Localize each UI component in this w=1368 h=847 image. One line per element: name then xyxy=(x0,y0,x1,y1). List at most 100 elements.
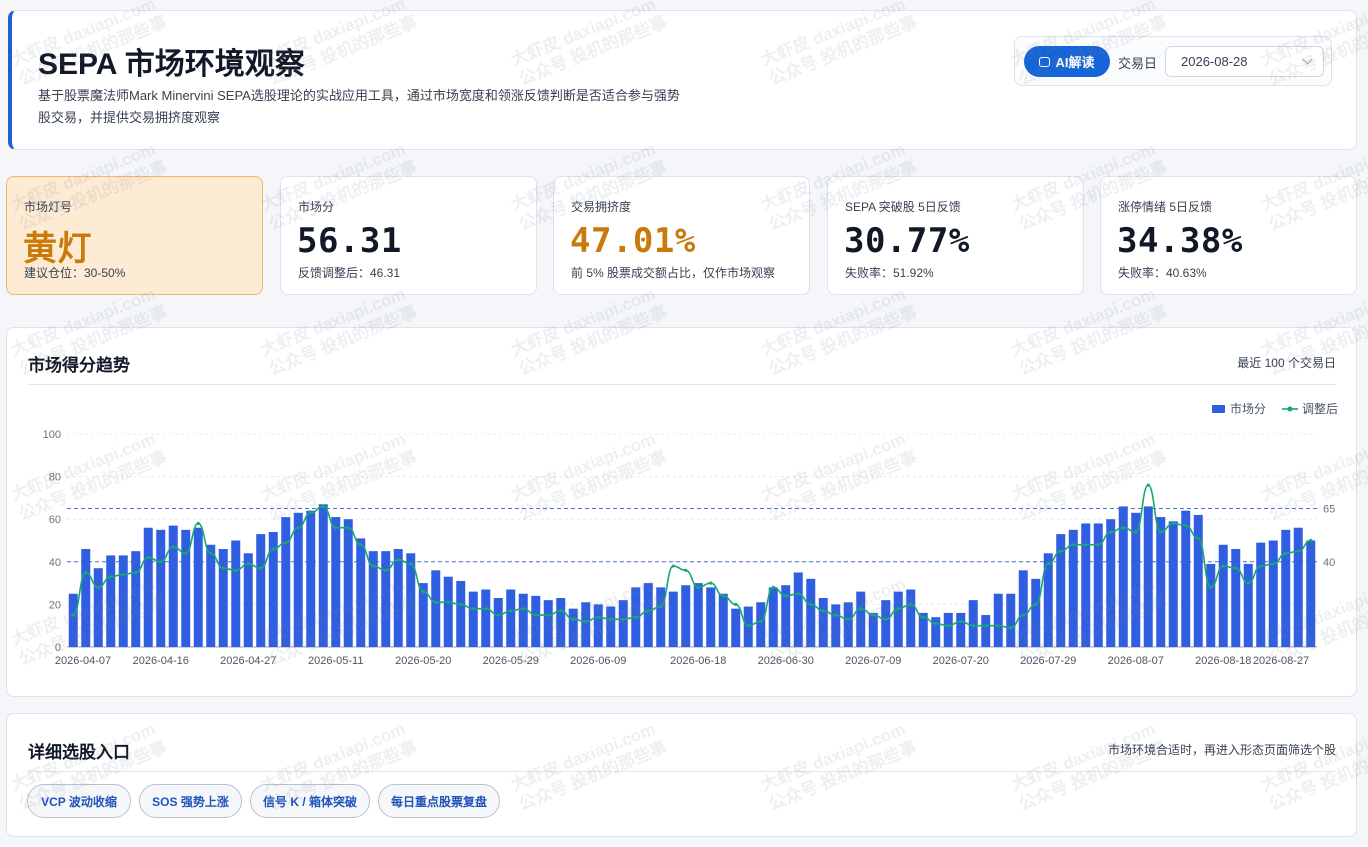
x-tick-label: 2026-08-07 xyxy=(1108,655,1164,667)
adjusted-score-point xyxy=(1259,564,1263,568)
y-tick-label: 100 xyxy=(43,429,61,441)
bar xyxy=(131,551,141,647)
adjusted-score-point xyxy=(759,619,763,624)
adjusted-score-point xyxy=(1196,536,1200,540)
adjusted-score-point xyxy=(621,617,625,621)
bar xyxy=(443,576,453,647)
bar xyxy=(906,589,916,647)
bar xyxy=(731,608,741,647)
bar xyxy=(1256,542,1266,647)
adjusted-score-point xyxy=(734,602,738,606)
adjusted-score-point xyxy=(471,607,475,611)
adjusted-score-point xyxy=(834,613,838,617)
adjusted-score-point xyxy=(809,602,813,606)
adjusted-score-point xyxy=(909,602,913,606)
bar xyxy=(618,600,628,647)
adjusted-score-point xyxy=(521,607,525,611)
stat-subtext: 建议仓位：30-50% xyxy=(24,266,126,280)
bar xyxy=(831,604,841,647)
trade-date-label: 交易日 xyxy=(1118,56,1158,71)
bar xyxy=(1106,519,1116,647)
bar xyxy=(1293,527,1303,647)
stat-value: 47.01% xyxy=(570,221,696,261)
adjusted-score-point xyxy=(184,551,188,555)
adjusted-score-point xyxy=(784,594,788,598)
trade-date-select[interactable]: 2026-08-28 xyxy=(1165,46,1324,77)
adjusted-score-point xyxy=(609,617,613,621)
stat-value: 56.31 xyxy=(297,221,402,261)
bar xyxy=(1018,570,1028,647)
adjusted-score-point xyxy=(71,613,75,617)
adjusted-score-point xyxy=(246,562,250,566)
x-tick-label: 2026-07-29 xyxy=(1020,655,1076,667)
adjusted-score-point xyxy=(159,560,163,564)
adjusted-score-point xyxy=(259,566,263,570)
bar xyxy=(531,595,541,647)
signal-k-breakout-button[interactable]: 信号 K / 箱体突破 xyxy=(250,784,370,818)
stat-card-limit-up-feedback: 涨停情绪 5日反馈 34.38% 失败率：40.63% xyxy=(1100,176,1357,295)
bar xyxy=(356,538,366,647)
bar xyxy=(956,612,966,647)
chart-note: 最近 100 个交易日 xyxy=(1237,356,1336,370)
bar xyxy=(431,570,441,647)
adjusted-score-point xyxy=(1284,551,1288,555)
legend-swatch-bar xyxy=(1212,405,1225,413)
adjusted-score-point xyxy=(959,619,963,624)
bar xyxy=(206,544,216,647)
ai-interpret-button[interactable]: AI解读 xyxy=(1024,46,1110,77)
header-card: SEPA 市场环境观察 基于股票魔法师Mark Minervini SEPA选股… xyxy=(8,10,1357,150)
bar xyxy=(1243,563,1253,647)
reference-line-label: 65 xyxy=(1323,504,1335,516)
adjusted-score-point xyxy=(1109,530,1113,534)
adjusted-score-point xyxy=(96,585,100,589)
adjusted-score-point xyxy=(109,575,113,579)
bar xyxy=(481,589,491,647)
adjusted-score-point xyxy=(534,613,538,617)
adjusted-score-point xyxy=(596,615,600,619)
bar xyxy=(881,600,891,647)
adjusted-score-point xyxy=(1021,613,1025,617)
adjusted-score-point xyxy=(121,572,125,577)
adjusted-score-point xyxy=(396,558,400,562)
adjusted-score-point xyxy=(496,613,500,617)
adjusted-score-point xyxy=(1209,585,1213,589)
adjusted-score-point xyxy=(1034,602,1038,606)
bar xyxy=(893,591,903,647)
bar xyxy=(193,527,203,647)
adjusted-score-point xyxy=(671,564,675,568)
adjusted-score-point xyxy=(371,564,375,568)
adjusted-score-point xyxy=(209,551,213,555)
adjusted-score-point xyxy=(1121,526,1125,530)
bar xyxy=(68,593,78,647)
sos-button[interactable]: SOS 强势上涨 xyxy=(139,784,242,818)
adjusted-score-point xyxy=(1296,549,1300,553)
stat-value: 黄灯 xyxy=(23,230,92,268)
bar xyxy=(581,602,591,647)
bar xyxy=(556,598,566,647)
bar xyxy=(756,602,766,647)
bar xyxy=(681,585,691,647)
adjusted-score-point xyxy=(971,624,975,628)
bar xyxy=(931,617,941,647)
bar xyxy=(818,598,828,647)
header-controls: AI解读 交易日 2026-08-28 xyxy=(1014,36,1332,86)
chevron-down-icon xyxy=(1302,54,1313,65)
daily-review-button[interactable]: 每日重点股票复盘 xyxy=(378,784,500,818)
stat-card-market-score: 市场分 56.31 反馈调整后：46.31 xyxy=(280,176,537,295)
bar xyxy=(1006,593,1016,647)
bar xyxy=(456,580,466,647)
bar xyxy=(306,510,316,647)
stat-subtext: 失败率：51.92% xyxy=(845,266,934,280)
adjusted-score-point xyxy=(846,617,850,621)
adjusted-score-point xyxy=(1084,543,1088,547)
bar xyxy=(1068,529,1078,647)
stat-title: 市场分 xyxy=(298,200,335,214)
stat-subtext: 失败率：40.63% xyxy=(1118,266,1207,280)
bar xyxy=(768,587,778,647)
adjusted-score-point xyxy=(346,526,350,530)
vcp-button[interactable]: VCP 波动收缩 xyxy=(27,784,131,818)
adjusted-score-point xyxy=(946,624,950,628)
bar xyxy=(1156,517,1166,647)
stat-title: SEPA 突破股 5日反馈 xyxy=(845,200,961,214)
chat-icon xyxy=(1039,56,1051,67)
